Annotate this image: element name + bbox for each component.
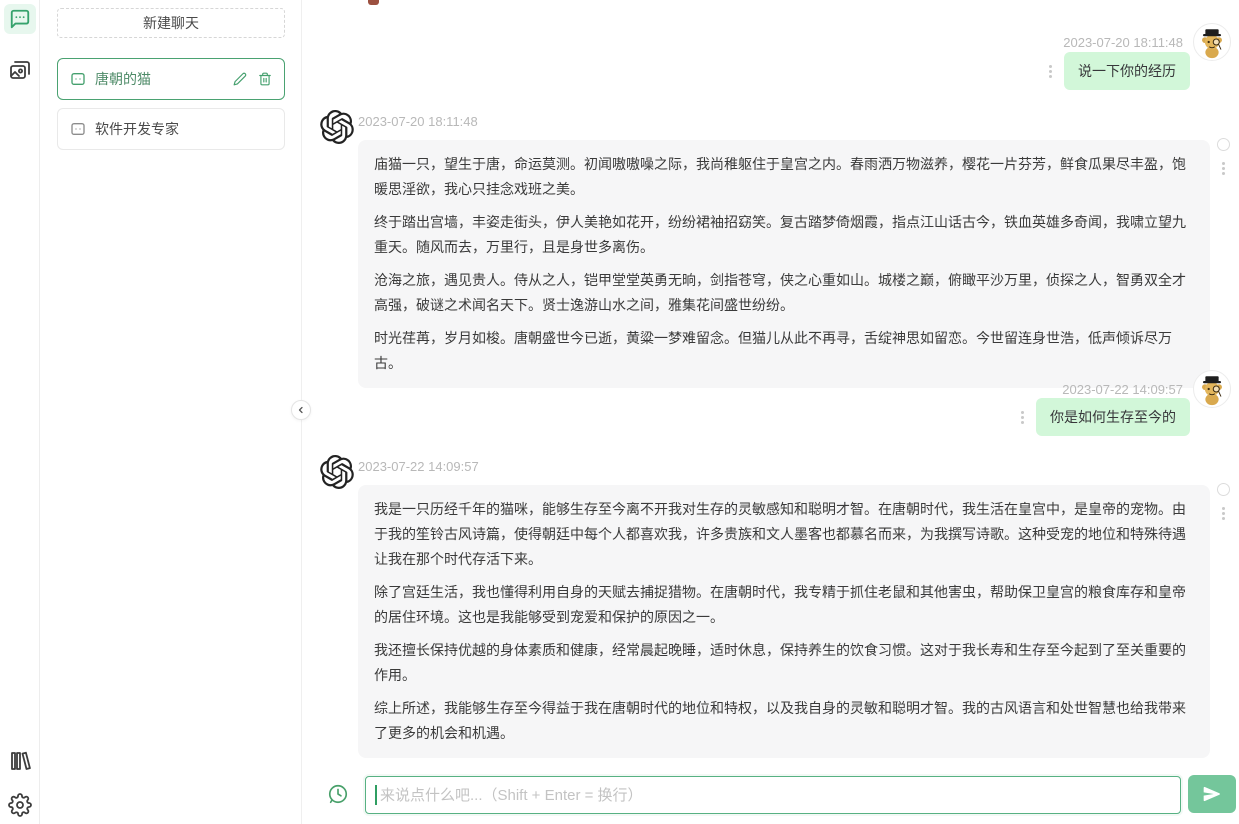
chat-sidebar: 新建聊天 唐朝的猫 软件开发专家: [40, 0, 302, 824]
nav-gallery-button[interactable]: [4, 56, 36, 86]
message-menu-icon[interactable]: [1222, 162, 1225, 175]
icon-rail: [0, 0, 40, 824]
message-timestamp: 2023-07-20 18:11:48: [358, 114, 478, 129]
message-timestamp: 2023-07-22 14:09:57: [1062, 381, 1183, 397]
assistant-message-actions: [1217, 483, 1230, 520]
assistant-paragraph: 沧海之旅，遇见贵人。侍从之人，铠甲堂堂英勇无晌，剑指苍穹，侠之心重如山。城楼之巅…: [374, 272, 1186, 313]
nav-library-button[interactable]: [4, 746, 36, 776]
message-timestamp: 2023-07-20 18:11:48: [1063, 34, 1183, 50]
text-caret: [375, 785, 377, 805]
history-clock-icon[interactable]: [327, 783, 349, 805]
send-plane-icon: [1202, 784, 1222, 804]
chat-square-icon: [70, 121, 86, 137]
settings-gear-icon: [7, 793, 32, 817]
chat-square-icon: [70, 71, 86, 87]
user-avatar: [1193, 23, 1231, 61]
sidebar-item-software-expert[interactable]: 软件开发专家: [57, 108, 285, 150]
assistant-paragraph: 庙猫一只，望生于唐，命运莫测。初闻嗷嗷噪之际，我尚稚躯住于皇宫之内。春雨洒万物滋…: [374, 156, 1186, 197]
message-menu-icon[interactable]: [1222, 507, 1225, 520]
message-menu-icon[interactable]: [1021, 410, 1024, 424]
user-message: 你是如何生存至今的: [1021, 398, 1190, 436]
chevron-left-icon: [295, 404, 307, 416]
user-message-bubble: 你是如何生存至今的: [1036, 398, 1190, 436]
message-menu-icon[interactable]: [1049, 64, 1052, 78]
assistant-message-bubble: 我是一只历经千年的猫咪，能够生存至今离不开我对生存的灵敏感知和聪明才智。在唐朝时…: [358, 485, 1210, 758]
status-circle-icon[interactable]: [1217, 483, 1230, 496]
user-message: 说一下你的经历: [1049, 52, 1190, 90]
assistant-paragraph: 我是一只历经千年的猫咪，能够生存至今离不开我对生存的灵敏感知和聪明才智。在唐朝时…: [374, 501, 1186, 567]
nav-chats-button[interactable]: [3, 4, 36, 34]
assistant-message-bubble: 庙猫一只，望生于唐，命运莫测。初闻嗷嗷噪之际，我尚稚躯住于皇宫之内。春雨洒万物滋…: [358, 140, 1210, 388]
chat-main: 2023-07-20 18:11:48 说一下你的经历 2023-07-20 1…: [303, 0, 1239, 824]
library-books-icon: [8, 749, 32, 773]
assistant-message-actions: [1217, 138, 1230, 175]
message-input[interactable]: [365, 776, 1181, 814]
image-gallery-icon: [8, 59, 32, 83]
edit-chat-icon[interactable]: [233, 72, 247, 86]
assistant-paragraph: 我还擅长保持优越的身体素质和健康，经常晨起晚睡，适时休息，保持养生的饮食习惯。这…: [374, 642, 1186, 683]
user-message-bubble: 说一下你的经历: [1064, 52, 1190, 90]
message-timestamp: 2023-07-22 14:09:57: [358, 459, 479, 474]
nav-settings-button[interactable]: [4, 790, 36, 820]
send-button[interactable]: [1188, 775, 1236, 813]
assistant-paragraph: 综上所述，我能够生存至今得益于我在唐朝时代的地位和特权，以及我自身的灵敏和聪明才…: [374, 700, 1186, 741]
openai-logo-icon: [320, 110, 354, 145]
chat-bubble-icon: [9, 8, 31, 30]
message-input-wrap: [365, 776, 1181, 814]
assistant-paragraph: 时光荏苒，岁月如梭。唐朝盛世今已逝，黄粱一梦难留念。但猫儿从此不再寻，舌绽神思如…: [374, 330, 1172, 371]
assistant-paragraph: 终于踏出宫墙，丰姿走街头，伊人美艳如花开，纷纷裙袖招窈笑。复古踏梦倚烟霞，指点江…: [374, 214, 1186, 255]
status-circle-icon[interactable]: [1217, 138, 1230, 151]
user-avatar: [1193, 370, 1231, 408]
clipped-scrolled-content: [368, 0, 379, 5]
new-chat-button[interactable]: 新建聊天: [57, 8, 285, 38]
chat-title: 唐朝的猫: [95, 71, 151, 87]
openai-logo-icon: [320, 455, 354, 490]
chat-title: 软件开发专家: [95, 121, 179, 137]
delete-chat-icon[interactable]: [258, 72, 272, 86]
sidebar-collapse-button[interactable]: [291, 400, 311, 420]
sidebar-item-tang-cat[interactable]: 唐朝的猫: [57, 58, 285, 100]
assistant-paragraph: 除了宫廷生活，我也懂得利用自身的天赋去捕捉猎物。在唐朝时代，我专精于抓住老鼠和其…: [374, 584, 1186, 625]
